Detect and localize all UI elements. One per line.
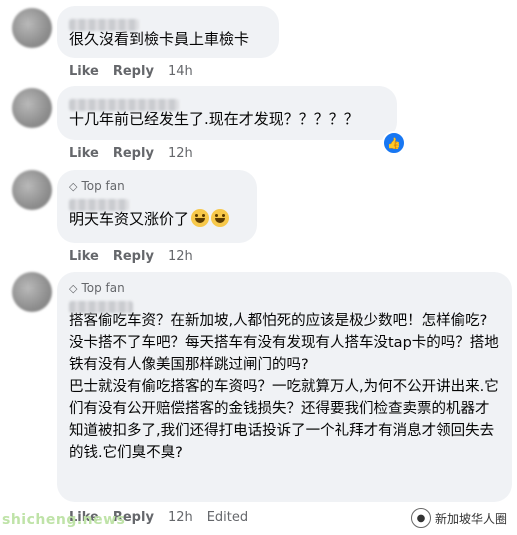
diamond-icon: ◇ [69, 281, 78, 295]
reply-button[interactable]: Reply [113, 64, 154, 79]
comment-bubble: ◇ Top fan 搭客偷吃车资？在新加坡,人都怕死的应该是极少数吧！怎样偷吃?… [57, 272, 512, 502]
timestamp[interactable]: 12h [168, 146, 193, 161]
edited-label[interactable]: Edited [207, 510, 248, 525]
avatar[interactable] [12, 272, 52, 312]
comment-text: 明天车资又涨价了 [69, 208, 245, 230]
commenter-name[interactable] [69, 296, 500, 313]
comment-actions: Like Reply 12h [69, 249, 193, 264]
comment-text: 很久沒看到檢卡員上車檢卡 [69, 30, 250, 48]
like-button[interactable]: Like [69, 249, 99, 264]
grin-emoji-icon [191, 209, 210, 227]
top-fan-badge: ◇ Top fan [69, 281, 125, 295]
timestamp[interactable]: 14h [168, 64, 193, 79]
commenter-name[interactable] [69, 14, 267, 31]
timestamp[interactable]: 12h [168, 249, 193, 264]
comment-bubble: ◇ Top fan 明天车资又涨价了 [57, 170, 257, 243]
watermark-shicheng: shicheng.news [2, 512, 126, 528]
comment-bubble: 十几年前已经发生了.现在才发现？？？？？ [57, 86, 397, 140]
like-reaction-icon[interactable]: 👍 [382, 131, 406, 155]
comment-text: 搭客偷吃车资？在新加坡,人都怕死的应该是极少数吧！怎样偷吃?没卡搭不了车吧？每天… [69, 313, 499, 461]
comment-actions: Like Reply 14h [69, 64, 193, 79]
watermark-channel: ● 新加坡华人圈 [410, 508, 507, 528]
like-button[interactable]: Like [69, 64, 99, 79]
like-button[interactable]: Like [69, 146, 99, 161]
commenter-name[interactable] [69, 194, 245, 211]
comment-bubble: 很久沒看到檢卡員上車檢卡 [57, 6, 279, 58]
diamond-icon: ◇ [69, 179, 78, 193]
reply-button[interactable]: Reply [113, 249, 154, 264]
avatar[interactable] [12, 170, 52, 210]
reply-button[interactable]: Reply [113, 146, 154, 161]
smile-emoji-icon [211, 209, 230, 227]
comment-actions: Like Reply 12h [69, 146, 193, 161]
wechat-logo-icon: ● [410, 508, 431, 528]
top-fan-badge: ◇ Top fan [69, 179, 125, 193]
avatar[interactable] [12, 88, 52, 128]
avatar[interactable] [12, 8, 52, 48]
timestamp[interactable]: 12h [168, 510, 193, 525]
commenter-name[interactable] [69, 94, 385, 111]
comment-text: 十几年前已经发生了.现在才发现？？？？？ [69, 110, 359, 128]
